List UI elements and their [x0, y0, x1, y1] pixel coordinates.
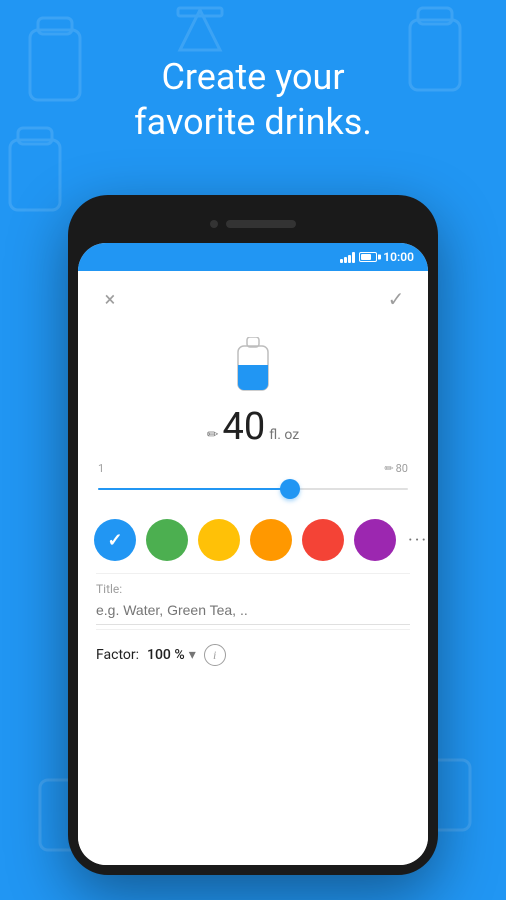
color-red[interactable]: [302, 519, 344, 561]
pencil-icon: ✏: [207, 427, 219, 443]
title-input[interactable]: [96, 598, 410, 625]
slider-fill: [98, 488, 290, 490]
volume-display: ✏ 40 fl. oz: [78, 400, 428, 454]
slider-thumb[interactable]: [280, 479, 300, 499]
volume-slider[interactable]: [98, 479, 408, 499]
status-time: 10:00: [383, 250, 414, 264]
dropdown-arrow-icon: ▾: [189, 647, 196, 663]
slider-track: [98, 488, 408, 490]
slider-max-label: ✏ 80: [384, 462, 408, 475]
color-yellow[interactable]: [198, 519, 240, 561]
app-toolbar: × ✓: [78, 271, 428, 327]
volume-unit: fl. oz: [269, 427, 299, 443]
title-field-group: Title:: [78, 574, 428, 629]
color-purple[interactable]: [354, 519, 396, 561]
title-label: Title:: [96, 582, 410, 596]
info-icon[interactable]: i: [204, 644, 226, 666]
factor-dropdown[interactable]: 100 % ▾: [147, 647, 196, 663]
color-green[interactable]: [146, 519, 188, 561]
phone-top-bar: [78, 205, 428, 243]
slider-min-label: 1: [98, 462, 104, 475]
phone-screen: 10:00 × ✓: [78, 243, 428, 865]
more-colors-button[interactable]: ···: [408, 530, 428, 551]
pencil-icon-small: ✏: [384, 462, 393, 475]
phone-camera: [210, 220, 218, 228]
factor-row: Factor: 100 % ▾ i: [78, 630, 428, 680]
factor-label: Factor:: [96, 647, 139, 663]
close-button[interactable]: ×: [96, 285, 124, 313]
color-blue[interactable]: [94, 519, 136, 561]
slider-container: 1 ✏ 80: [78, 454, 428, 507]
status-icons: 10:00: [340, 250, 414, 264]
factor-value: 100 %: [147, 647, 185, 663]
hero-line1: Create your: [161, 56, 344, 98]
color-orange[interactable]: [250, 519, 292, 561]
color-picker: ···: [78, 507, 428, 573]
confirm-button[interactable]: ✓: [382, 285, 410, 313]
phone-speaker: [226, 220, 296, 228]
signal-icon: [340, 251, 355, 263]
phone-frame: 10:00 × ✓: [68, 195, 438, 875]
app-content: × ✓ ✏ 40: [78, 271, 428, 865]
battery-icon: [359, 252, 377, 262]
drink-icon-container: [78, 327, 428, 400]
bottle-icon: [233, 337, 273, 395]
hero-line2: favorite drinks.: [134, 101, 372, 143]
hero-section: Create your favorite drinks.: [0, 0, 506, 165]
slider-labels: 1 ✏ 80: [98, 462, 408, 475]
hero-title: Create your favorite drinks.: [0, 55, 506, 145]
volume-number: 40: [223, 405, 266, 449]
status-bar: 10:00: [78, 243, 428, 271]
